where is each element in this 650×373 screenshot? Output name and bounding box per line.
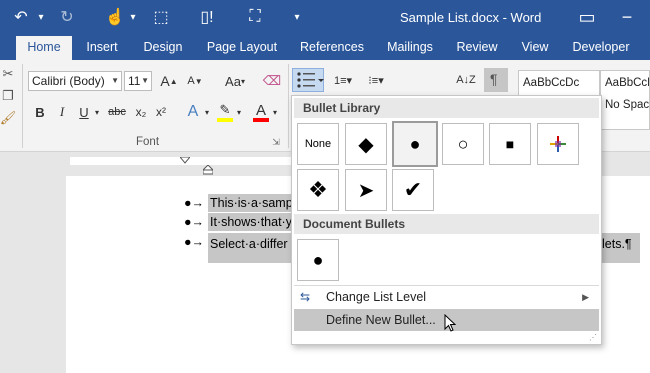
group-separator: [288, 64, 289, 148]
text-effects-icon[interactable]: A: [184, 102, 202, 122]
resize-grip-icon[interactable]: ⋰: [589, 333, 597, 342]
underline-button[interactable]: U: [76, 102, 92, 122]
tab-references[interactable]: References: [296, 36, 368, 60]
bullets-dropdown: Bullet Library None ◆ ● ○ ■ ❖ ➤ ✔ Docume…: [291, 95, 602, 345]
bullet-library-header: Bullet Library: [294, 98, 599, 118]
first-line-indent-marker[interactable]: [178, 152, 192, 164]
shrink-font-button[interactable]: A ▼: [184, 71, 206, 91]
bullet-option-diamond-cluster[interactable]: ❖: [297, 169, 339, 211]
hanging-indent-marker[interactable]: [201, 162, 215, 175]
mouse-cursor-icon: [444, 313, 457, 332]
bullet-option-arrowhead[interactable]: ➤: [345, 169, 387, 211]
tab-design[interactable]: Design: [136, 36, 190, 60]
change-list-level-item[interactable]: ⇆ Change List Level ▶: [294, 286, 599, 308]
show-hide-button[interactable]: ¶: [484, 68, 508, 92]
highlight-color-swatch: [217, 118, 233, 122]
sort-button[interactable]: A↓Z: [456, 70, 476, 90]
bold-button[interactable]: B: [32, 102, 48, 122]
highlight-dropdown-icon[interactable]: ▾: [234, 102, 244, 122]
style-normal-sample: AaBbCcDc: [523, 77, 580, 89]
ribbon-display-icon[interactable]: ▭: [572, 2, 602, 32]
style-no-spacing[interactable]: AaBbCcDc No Spac: [600, 70, 650, 130]
document-bullets-header: Document Bullets: [294, 214, 599, 234]
touch-mode-icon[interactable]: ☝: [104, 6, 126, 28]
org-chart-icon[interactable]: ⛶: [244, 6, 266, 28]
font-color-dropdown-icon[interactable]: ▾: [270, 102, 280, 122]
strikethrough-button[interactable]: abc: [106, 102, 128, 122]
undo-icon[interactable]: ↶: [10, 6, 32, 28]
tab-view[interactable]: View: [516, 36, 554, 60]
bullet-marker: ●→: [184, 235, 205, 249]
bullet-option-filled-circle[interactable]: ●: [392, 121, 438, 167]
format-painter-icon[interactable]: 🖌: [0, 108, 16, 128]
redo-icon[interactable]: ↻: [56, 6, 78, 28]
change-case-label: Aa: [225, 73, 241, 89]
bullet-option-diamond[interactable]: ◆: [345, 123, 387, 165]
font-dialog-launcher-icon[interactable]: ⇲: [270, 136, 282, 148]
new-comment-icon[interactable]: ▯!: [196, 6, 218, 28]
cut-icon[interactable]: ✂: [0, 64, 16, 84]
bullet-option-star[interactable]: [537, 123, 579, 165]
bullet-option-none[interactable]: None: [297, 123, 339, 165]
shrink-font-label: A: [187, 75, 195, 87]
grow-font-button[interactable]: A ▲: [158, 71, 180, 91]
arrow-pointer-icon: [444, 313, 457, 332]
underline-dropdown-icon[interactable]: ▾: [92, 102, 102, 122]
minimize-button[interactable]: −: [612, 2, 642, 32]
style-no-spacing-name: No Spac: [605, 99, 650, 111]
document-bullet-filled-circle[interactable]: ●: [297, 239, 339, 281]
font-size-value: 11: [128, 74, 141, 88]
group-separator: [22, 64, 23, 148]
italic-button[interactable]: I: [54, 102, 70, 122]
define-new-bullet-label: Define New Bullet...: [326, 313, 436, 327]
customize-qat-icon[interactable]: ▾: [290, 6, 304, 28]
font-group-label: Font: [136, 136, 160, 148]
tab-home[interactable]: Home: [16, 36, 72, 60]
bullet-option-checkmark[interactable]: ✔: [392, 169, 434, 211]
chevron-down-icon: ▼: [111, 76, 119, 85]
indent-marker-icon: [201, 164, 215, 175]
change-list-level-label: Change List Level: [326, 290, 427, 304]
subscript-button[interactable]: x₂: [132, 102, 150, 122]
indent-marker-icon: [178, 156, 192, 164]
change-case-button[interactable]: Aa ▾: [220, 71, 250, 91]
copy-icon[interactable]: ❐: [0, 86, 16, 106]
window-title: Sample List.docx - Word: [400, 10, 542, 25]
font-name-combo[interactable]: Calibri (Body) ▼: [28, 71, 122, 91]
four-color-star-icon: [550, 136, 566, 152]
undo-dropdown-icon[interactable]: ▾: [36, 6, 46, 28]
pilcrow-icon: ¶: [490, 71, 498, 87]
tab-developer[interactable]: Developer: [566, 36, 636, 60]
clear-formatting-icon[interactable]: ⌫: [262, 71, 282, 91]
select-icon[interactable]: ⬚: [150, 6, 172, 28]
bullet-marker: ●→: [184, 215, 205, 229]
tab-insert[interactable]: Insert: [78, 36, 126, 60]
tab-review[interactable]: Review: [452, 36, 502, 60]
bullet-marker: ●→: [184, 196, 205, 210]
ribbon-tabs: Home Insert Design Page Layout Reference…: [0, 36, 650, 60]
chevron-down-icon: ▼: [141, 76, 149, 85]
font-color-icon[interactable]: A: [252, 100, 270, 120]
multilevel-list-button[interactable]: ⁝≡▾: [362, 70, 390, 90]
superscript-button[interactable]: x²: [152, 102, 170, 122]
grow-font-label: A: [160, 73, 170, 89]
tab-mailings[interactable]: Mailings: [380, 36, 440, 60]
touch-dropdown-icon[interactable]: ▾: [128, 6, 138, 28]
bullet-list-icon: [297, 72, 324, 88]
font-color-swatch: [253, 118, 269, 122]
style-no-spacing-sample: AaBbCcDc: [605, 77, 649, 89]
change-level-icon: ⇆: [300, 290, 311, 304]
bullet-option-square[interactable]: ■: [489, 123, 531, 165]
title-bar: ↶ ▾ ↻ ☝ ▾ ⬚ ▯! ⛶ ▾ Sample List.docx - Wo…: [0, 0, 650, 36]
font-name-value: Calibri (Body): [32, 74, 105, 88]
list-item-text-tail: lets.¶: [600, 233, 640, 263]
font-size-combo[interactable]: 11 ▼: [124, 71, 152, 91]
tab-page-layout[interactable]: Page Layout: [204, 36, 280, 60]
submenu-arrow-icon: ▶: [582, 291, 589, 302]
bullets-button[interactable]: [292, 68, 324, 92]
numbering-button[interactable]: 1≡▾: [330, 70, 356, 90]
bullet-option-hollow-circle[interactable]: ○: [442, 123, 484, 165]
text-effects-dropdown-icon[interactable]: ▾: [202, 102, 212, 122]
highlight-icon[interactable]: ✎: [216, 100, 234, 120]
